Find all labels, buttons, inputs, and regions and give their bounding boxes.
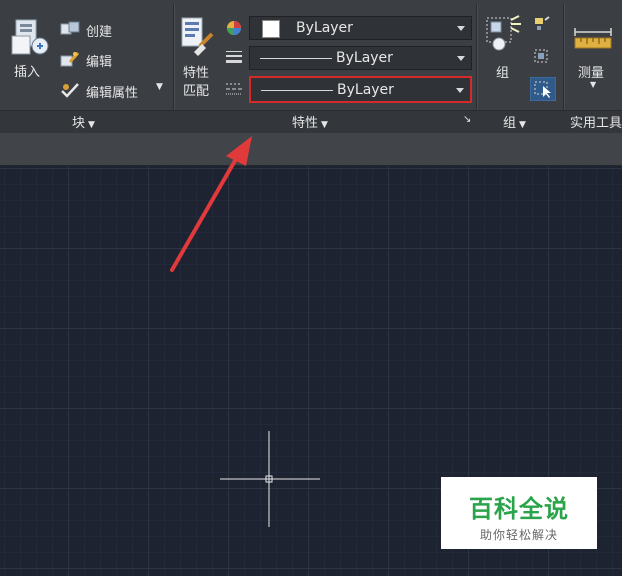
linetype-dropdown[interactable]: ByLayer: [249, 76, 472, 103]
group-panel-title[interactable]: 组 ▼: [503, 112, 526, 131]
watermark-subtitle: 助你轻松解决: [479, 528, 558, 542]
color-value: ByLayer: [296, 20, 353, 36]
edit-attributes-icon[interactable]: [60, 81, 80, 103]
group-icon[interactable]: [485, 14, 523, 58]
group-button-label[interactable]: 组: [496, 62, 509, 81]
measure-icon[interactable]: [573, 24, 613, 56]
measure-button-label[interactable]: 测量: [578, 62, 604, 81]
edit-attributes-label[interactable]: 编辑属性: [86, 82, 138, 101]
match-properties-label[interactable]: 特性: [183, 62, 209, 81]
edit-block-icon[interactable]: [60, 50, 80, 72]
group-edit-icon[interactable]: [533, 48, 551, 70]
utilities-panel-title[interactable]: 实用工具: [570, 112, 622, 131]
edit-attributes-dropdown-icon[interactable]: ▼: [156, 82, 163, 92]
match-properties-icon[interactable]: [180, 16, 218, 64]
block-panel-title[interactable]: 块 ▼: [72, 112, 95, 131]
group-panel-title-text: 组: [503, 116, 517, 131]
line-sample: [261, 90, 333, 91]
annotation-arrow-icon: [170, 136, 252, 272]
group-selection-toggle-icon[interactable]: [529, 76, 557, 105]
ungroup-icon[interactable]: [533, 16, 551, 36]
chevron-down-icon: [457, 26, 465, 31]
linetype-icon: [225, 81, 243, 101]
edit-block-label[interactable]: 编辑: [86, 51, 112, 70]
create-block-icon[interactable]: [60, 20, 80, 42]
color-wheel-icon: [226, 20, 242, 40]
chevron-down-icon: ▼: [321, 120, 328, 130]
match-properties-label-2[interactable]: 匹配: [183, 80, 209, 99]
color-dropdown[interactable]: ByLayer: [249, 16, 472, 40]
watermark-logo: 百科全说 助你轻松解决: [441, 477, 597, 549]
chevron-down-icon: ▼: [519, 120, 526, 130]
watermark-title: 百科全说: [469, 495, 569, 523]
chevron-down-icon: [456, 88, 464, 93]
file-tabs-bar: [0, 133, 622, 166]
color-swatch: [262, 20, 280, 38]
crosshair-cursor: [220, 431, 320, 527]
insert-block-icon[interactable]: [10, 18, 50, 62]
linetype-value: ByLayer: [337, 82, 394, 98]
block-panel-title-text: 块: [72, 116, 86, 131]
lineweight-icon: [225, 49, 243, 69]
measure-dropdown-icon[interactable]: ▼: [590, 80, 596, 89]
properties-panel-title-text: 特性: [292, 116, 319, 131]
chevron-down-icon: [457, 56, 465, 61]
properties-panel-title[interactable]: 特性 ▼: [292, 112, 328, 131]
lineweight-value: ByLayer: [336, 50, 393, 66]
lineweight-dropdown[interactable]: ByLayer: [249, 46, 472, 70]
properties-dialog-launcher-icon[interactable]: ↘: [463, 114, 471, 125]
line-sample: [260, 58, 332, 59]
create-block-label[interactable]: 创建: [86, 21, 112, 40]
chevron-down-icon: ▼: [88, 120, 95, 130]
insert-button-label[interactable]: 插入: [14, 61, 40, 80]
